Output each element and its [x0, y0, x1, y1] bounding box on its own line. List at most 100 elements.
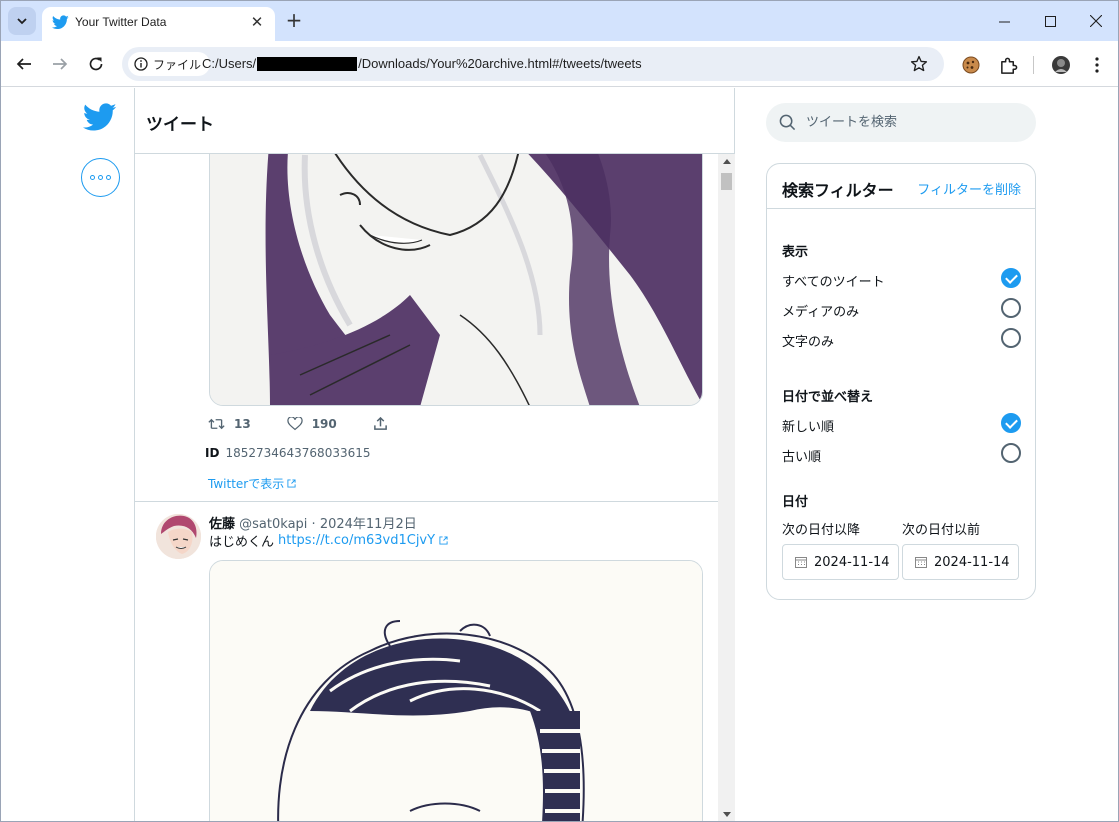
tweet-divider	[135, 501, 718, 502]
close-window-button[interactable]	[1073, 9, 1118, 33]
avatar[interactable]	[156, 514, 201, 559]
bookmark-star-icon[interactable]	[910, 55, 928, 73]
radio-unchecked-icon[interactable]	[1001, 298, 1021, 318]
tweet-media-image[interactable]	[209, 154, 703, 406]
illustration-man-portrait	[210, 561, 702, 821]
browser-toolbar: ファイル C:/Users/ /Downloads/Your%20archive.…	[1, 41, 1118, 87]
sort-option-newest[interactable]: 新しい順	[782, 413, 1021, 435]
scroll-up-arrow-icon[interactable]	[723, 159, 731, 164]
tweet-feed[interactable]: 13 190 ID 1852734643768033615 Twitterで表示	[135, 154, 718, 821]
date-to-field[interactable]: 2024-11-14	[902, 544, 1019, 580]
page-title: ツイート	[146, 115, 214, 135]
option-label: 文字のみ	[782, 335, 835, 350]
meta-separator: ·	[311, 517, 316, 532]
sort-option-oldest[interactable]: 古い順	[782, 443, 1021, 465]
back-button[interactable]	[12, 52, 36, 76]
new-tab-button[interactable]: +	[283, 9, 305, 31]
retweet-icon	[208, 418, 225, 429]
twitter-logo-icon[interactable]	[83, 103, 117, 132]
tab-search-button[interactable]	[8, 7, 36, 35]
date-from-field[interactable]: 2024-11-14	[782, 544, 899, 580]
display-option-all[interactable]: すべてのツイート	[782, 268, 1021, 290]
search-input[interactable]	[806, 112, 1016, 132]
like-value: 190	[311, 416, 337, 431]
id-label: ID	[205, 446, 220, 460]
tweet-media-image[interactable]	[209, 560, 703, 821]
radio-unchecked-icon[interactable]	[1001, 328, 1021, 348]
feed-scrollbar[interactable]	[718, 154, 735, 821]
option-label: すべてのツイート	[782, 275, 885, 290]
display-option-media[interactable]: メディアのみ	[782, 298, 1021, 320]
more-dots-icon	[90, 175, 95, 180]
option-label: 古い順	[782, 450, 822, 465]
tab-close-icon[interactable]: ✕	[248, 13, 266, 31]
avatar-illustration	[156, 514, 201, 559]
date-from-label: 次の日付以降	[782, 523, 861, 538]
tweet-link[interactable]: https://t.co/m63vd1CjvY	[278, 533, 435, 548]
share-button[interactable]	[373, 416, 388, 431]
date-to-value: 2024-11-14	[934, 554, 1010, 570]
tweet-id-row: ID 1852734643768033615	[205, 446, 371, 460]
retweet-value: 13	[234, 416, 251, 431]
url-suffix: /Downloads/Your%20archive.html#/tweets/t…	[358, 56, 642, 71]
twitter-bird-icon	[52, 15, 69, 30]
minimize-button[interactable]	[981, 9, 1027, 33]
profile-button[interactable]	[1049, 53, 1073, 77]
address-bar[interactable]: ファイル C:/Users/ /Downloads/Your%20archive.…	[122, 47, 944, 81]
filters-header: 検索フィルター フィルターを削除	[767, 164, 1035, 209]
share-icon	[373, 416, 387, 430]
archive-page: ツイート 13 190 ID 1852734643768033615 Twitt…	[1, 88, 1118, 821]
external-link-icon	[287, 479, 296, 488]
url-text[interactable]: C:/Users/ /Downloads/Your%20archive.html#…	[202, 56, 642, 71]
maximize-button[interactable]	[1027, 9, 1073, 33]
tweets-column: ツイート 13 190 ID 1852734643768033615 Twitt…	[135, 88, 735, 821]
radio-checked-icon[interactable]	[1001, 268, 1021, 288]
redaction-bar	[257, 56, 358, 71]
retweet-count[interactable]: 13	[208, 417, 251, 431]
radio-unchecked-icon[interactable]	[1001, 443, 1021, 463]
like-count[interactable]: 190	[287, 416, 337, 431]
left-nav	[1, 88, 135, 821]
external-link-icon	[439, 536, 448, 545]
extensions-button[interactable]	[996, 53, 1020, 77]
search-icon	[779, 114, 796, 131]
tweet-text: はじめくん https://t.co/m63vd1CjvY	[209, 531, 448, 550]
tab-bar: Your Twitter Data ✕ +	[1, 1, 1118, 41]
sort-heading: 日付で並べ替え	[782, 390, 874, 405]
tweet-actions: 13 190	[208, 416, 424, 431]
site-info-chip[interactable]: ファイル	[128, 52, 211, 76]
radio-checked-icon[interactable]	[1001, 413, 1021, 433]
more-menu-button[interactable]	[81, 158, 120, 197]
url-prefix: C:/Users/	[202, 56, 257, 71]
cookie-icon	[962, 56, 980, 74]
reload-button[interactable]	[84, 52, 108, 76]
browser-menu-button[interactable]	[1085, 53, 1109, 77]
minimize-icon	[998, 21, 1010, 22]
id-value: 1852734643768033615	[225, 446, 371, 460]
date-heading: 日付	[782, 495, 809, 510]
column-header: ツイート	[135, 88, 735, 154]
date-to-label: 次の日付以前	[902, 523, 981, 538]
clear-filters-link[interactable]: フィルターを削除	[917, 179, 1021, 198]
forward-button[interactable]	[48, 52, 72, 76]
close-icon	[1090, 15, 1102, 27]
scroll-down-arrow-icon[interactable]	[723, 812, 731, 817]
extension-cookie-button[interactable]	[959, 53, 983, 77]
author-name[interactable]: 佐藤	[209, 517, 235, 532]
arrow-left-icon	[16, 58, 31, 70]
scrollbar-thumb[interactable]	[721, 173, 732, 190]
search-filters-panel: 検索フィルター フィルターを削除 表示 すべてのツイート メディアのみ 文字のみ…	[766, 163, 1036, 600]
tab-title: Your Twitter Data	[75, 15, 167, 29]
display-heading: 表示	[782, 245, 809, 260]
author-handle[interactable]: @sat0kapi	[239, 517, 307, 532]
reload-icon	[89, 57, 103, 71]
browser-window: Your Twitter Data ✕ + ファイル C:/Users/ /Do…	[0, 0, 1119, 822]
option-label: 新しい順	[782, 420, 835, 435]
display-option-text[interactable]: 文字のみ	[782, 328, 1021, 350]
heart-icon	[287, 416, 303, 430]
tab-your-twitter-data[interactable]: Your Twitter Data ✕	[42, 7, 275, 41]
profile-avatar-icon	[1052, 56, 1070, 74]
tweet-search-box[interactable]	[766, 103, 1036, 142]
tweet-body: はじめくん	[209, 535, 275, 550]
view-on-twitter-link[interactable]: Twitterで表示	[208, 475, 296, 492]
